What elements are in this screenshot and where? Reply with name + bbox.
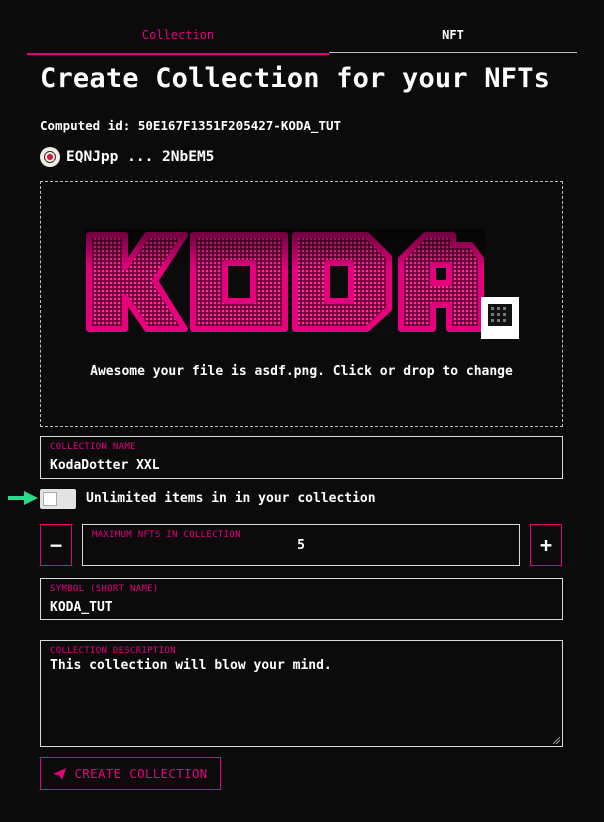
max-nfts-input[interactable]: 5 [83, 538, 519, 553]
account-avatar-icon [40, 147, 60, 167]
upload-message-prefix: Awesome your file is [90, 364, 255, 379]
account-address: EQNJpp ... 2NbEM5 [66, 149, 215, 165]
koda-logo-image [85, 229, 519, 339]
upload-message-suffix: . Click or drop to change [317, 364, 513, 379]
decrement-button[interactable]: − [40, 524, 72, 566]
description-field[interactable]: COLLECTION DESCRIPTION This collection w… [40, 640, 563, 747]
send-icon [53, 767, 67, 780]
create-collection-label: CREATE COLLECTION [74, 766, 208, 781]
description-textarea[interactable]: This collection will blow your mind. [50, 658, 332, 673]
pointer-arrow-icon [8, 491, 38, 505]
toggle-knob [43, 492, 57, 506]
image-dropzone[interactable]: Awesome your file is asdf.png. Click or … [40, 181, 563, 427]
collection-name-label: COLLECTION NAME [50, 442, 136, 452]
unlimited-items-label: Unlimited items in in your collection [86, 491, 376, 506]
computed-id: Computed id: 50E167F1351F205427-KODA_TUT [40, 118, 342, 133]
collection-name-field[interactable]: COLLECTION NAME KodaDotter XXL [40, 436, 563, 479]
symbol-field[interactable]: SYMBOL (SHORT NAME) KODA_TUT [40, 578, 563, 620]
collection-name-input[interactable]: KodaDotter XXL [50, 458, 160, 473]
increment-button[interactable]: + [530, 524, 562, 566]
upload-file-name: asdf.png [254, 364, 318, 379]
description-label: COLLECTION DESCRIPTION [50, 646, 176, 656]
account-info: EQNJpp ... 2NbEM5 [40, 147, 214, 167]
tab-collection[interactable]: Collection [27, 20, 329, 55]
upload-message: Awesome your file is asdf.png. Click or … [41, 364, 562, 379]
tab-bar: Collection NFT [27, 20, 577, 55]
symbol-label: SYMBOL (SHORT NAME) [50, 584, 159, 594]
tab-nft[interactable]: NFT [329, 20, 577, 53]
symbol-input[interactable]: KODA_TUT [50, 600, 113, 615]
create-collection-button[interactable]: CREATE COLLECTION [40, 757, 221, 790]
max-nfts-field[interactable]: MAXIMUM NFTS IN COLLECTION 5 [82, 524, 520, 566]
resize-handle-icon[interactable] [552, 736, 560, 744]
unlimited-items-toggle[interactable] [40, 489, 76, 509]
page-title: Create Collection for your NFTs [40, 63, 551, 94]
